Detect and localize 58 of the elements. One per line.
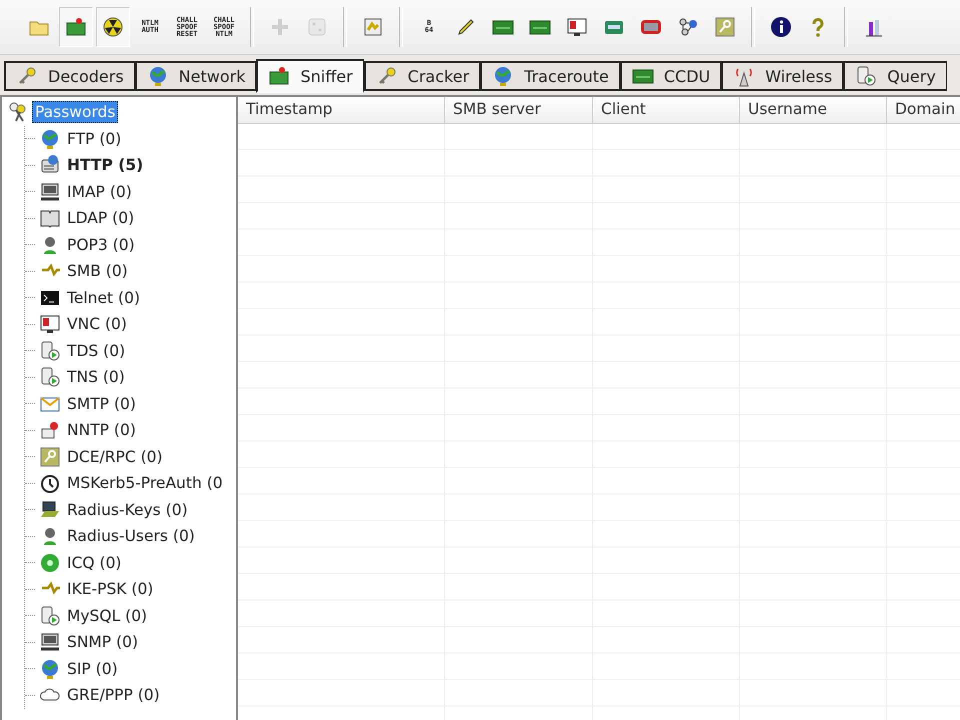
circuit-board-icon [65, 16, 87, 38]
column-header[interactable]: Client [593, 97, 740, 123]
tree-item[interactable]: GRE/PPP (0) [65, 685, 162, 706]
tree-item[interactable]: Telnet (0) [65, 288, 142, 308]
tab[interactable]: Decoders [4, 61, 135, 91]
tree-item[interactable]: MySQL (0) [65, 606, 150, 626]
tree-item[interactable]: HTTP (5) [65, 155, 146, 176]
key-icon [714, 16, 736, 38]
monitor-icon [39, 631, 61, 654]
tree-item[interactable]: TDS (0) [65, 340, 128, 361]
tree-item[interactable]: Radius-Users (0) [65, 526, 197, 546]
toolbar-button[interactable] [96, 7, 130, 47]
tree-item[interactable]: VNC (0) [65, 314, 129, 334]
database-icon [855, 65, 878, 87]
tab[interactable]: Traceroute [480, 61, 620, 91]
tree-item[interactable]: DCE/RPC (0) [65, 446, 165, 467]
tree-item[interactable]: FTP (0) [65, 128, 124, 149]
tree-item[interactable]: POP3 (0) [65, 234, 137, 255]
toolbar-button[interactable] [59, 7, 93, 47]
database-icon [39, 366, 61, 388]
info-icon [770, 16, 792, 38]
database-icon [39, 604, 61, 627]
tree-item[interactable]: Radius-Keys (0) [65, 500, 190, 520]
tree-item[interactable]: SNMP (0) [65, 632, 140, 652]
globe-icon [39, 658, 61, 680]
network-icon [677, 16, 699, 38]
die-icon [306, 16, 328, 38]
tree-item[interactable]: Passwords [32, 101, 118, 124]
plus-icon [269, 16, 291, 38]
tab[interactable]: Query [843, 61, 947, 91]
tree-item[interactable]: ICQ (0) [65, 552, 124, 573]
tree-item[interactable]: SMB (0) [65, 261, 130, 282]
monitor-icon [39, 180, 61, 203]
circuit-board-icon [268, 65, 290, 87]
column-header[interactable]: Domain [887, 97, 960, 123]
globe-icon [39, 128, 61, 150]
tab[interactable]: Cracker [364, 61, 480, 91]
database-icon [39, 340, 61, 362]
tab[interactable]: Sniffer [256, 59, 364, 93]
tree-item[interactable]: TNS (0) [65, 367, 127, 388]
clock-icon [39, 472, 61, 494]
tree-item[interactable]: LDAP (0) [65, 208, 136, 228]
monitor-icon [566, 16, 588, 38]
tree-item[interactable]: SMTP (0) [65, 394, 138, 414]
column-header[interactable]: Username [740, 97, 887, 123]
column-header[interactable]: Timestamp [238, 97, 445, 123]
radiation-icon [102, 16, 124, 38]
tab[interactable]: Network [134, 61, 256, 91]
tree-item[interactable]: NNTP (0) [65, 420, 138, 440]
monitor-icon [39, 313, 61, 336]
tree-item[interactable]: MSKerb5-PreAuth (0 [65, 473, 225, 494]
tree-item[interactable]: IKE-PSK (0) [65, 579, 156, 600]
column-header[interactable]: SMB server [445, 97, 593, 123]
tab[interactable]: CCDU [620, 61, 722, 91]
tree-item[interactable]: SIP (0) [65, 658, 120, 679]
key-icon [39, 446, 61, 468]
tab[interactable]: Wireless [721, 61, 844, 91]
tree-item[interactable]: IMAP (0) [65, 182, 134, 202]
